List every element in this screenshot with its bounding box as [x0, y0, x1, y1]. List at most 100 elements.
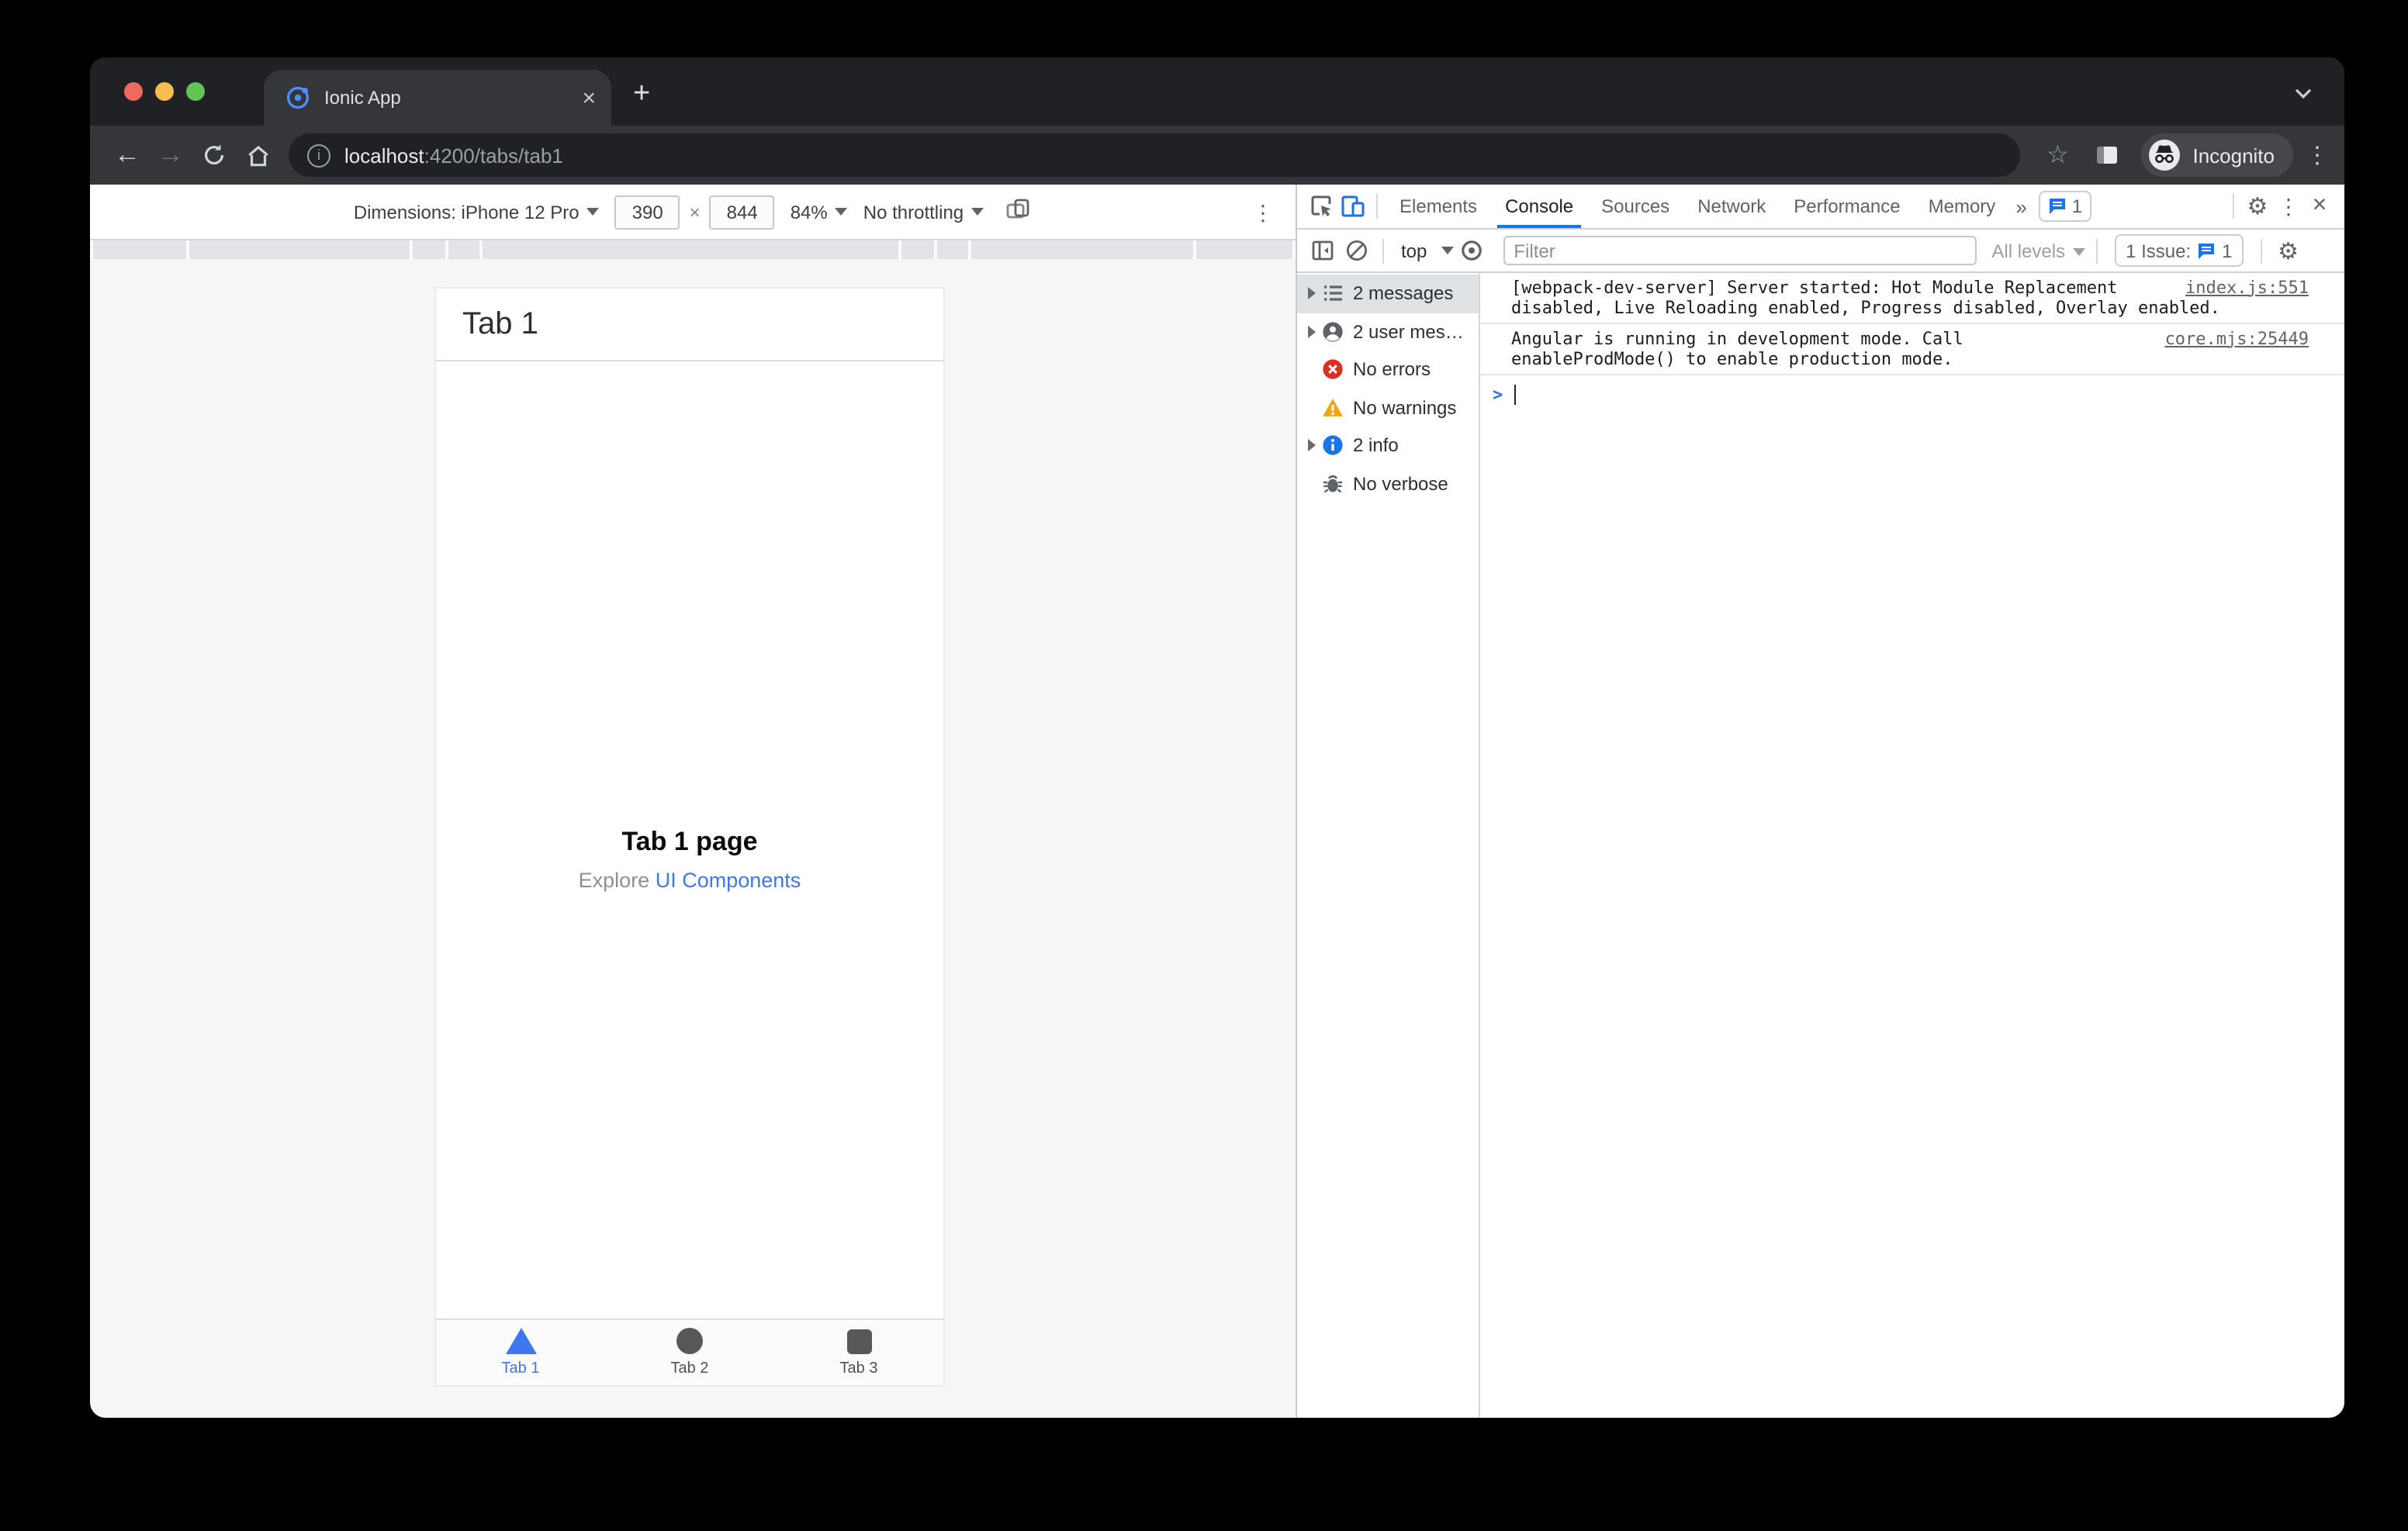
triangle-icon — [505, 1328, 536, 1354]
bug-icon — [1320, 472, 1344, 496]
incognito-badge[interactable]: Incognito — [2141, 133, 2293, 177]
chevron-down-icon — [835, 208, 848, 216]
tab-button-tab1[interactable]: Tab 1 — [436, 1320, 605, 1385]
sidebar-item-info[interactable]: 2 info — [1297, 427, 1479, 465]
device-selector[interactable]: Dimensions: iPhone 12 Pro — [354, 201, 600, 223]
tab-performance[interactable]: Performance — [1780, 185, 1914, 227]
toolbar-right: ☆ Incognito ⋮ — [2036, 133, 2329, 177]
page-subtitle: Explore UI Components — [436, 869, 943, 892]
sidebar-item-user-messages[interactable]: 2 user mes… — [1297, 313, 1479, 351]
minimize-window-button[interactable] — [155, 82, 174, 101]
more-tabs-icon[interactable]: » — [2009, 195, 2033, 218]
console-filter-input[interactable] — [1503, 236, 1977, 265]
tab-button-tab2[interactable]: Tab 2 — [605, 1320, 774, 1385]
expand-caret-icon[interactable] — [1303, 440, 1320, 452]
clear-console-icon[interactable] — [1341, 235, 1372, 266]
browser-window: Ionic App × + ← → i localhost:4200/tabs/… — [90, 57, 2344, 1418]
context-selector[interactable]: top — [1401, 240, 1427, 261]
log-levels-selector[interactable]: All levels — [1991, 240, 2086, 261]
expand-caret-icon[interactable] — [1303, 288, 1320, 300]
tab-memory[interactable]: Memory — [1915, 185, 2010, 227]
issues-flag-badge[interactable]: 1 — [2039, 191, 2092, 222]
console-sidebar-toggle-icon[interactable] — [1306, 235, 1337, 266]
ui-components-link[interactable]: UI Components — [656, 869, 801, 892]
settings-gear-icon[interactable]: ⚙ — [2242, 191, 2273, 222]
console-message[interactable]: core.mjs:25449 Angular is running in deve… — [1480, 324, 2344, 375]
browser-tab[interactable]: Ionic App × — [264, 70, 611, 126]
device-toolbar-toggle-icon[interactable] — [1337, 191, 1368, 222]
message-text: Angular is running in development mode. … — [1511, 328, 1963, 368]
console-message[interactable]: index.js:551 [webpack-dev-server] Server … — [1480, 273, 2344, 324]
tab-elements[interactable]: Elements — [1386, 185, 1491, 227]
new-tab-button[interactable]: + — [633, 79, 650, 109]
console-body: 2 messages 2 user mes… No errors No warn… — [1297, 273, 2344, 1418]
tab-sources[interactable]: Sources — [1587, 185, 1683, 227]
console-prompt[interactable]: > — [1480, 375, 2344, 414]
zoom-value: 84% — [790, 201, 828, 223]
error-icon — [1320, 358, 1344, 382]
sidebar-item-label: No warnings — [1353, 396, 1457, 419]
throttling-selector[interactable]: No throttling — [863, 201, 984, 223]
forward-icon[interactable]: → — [149, 133, 192, 177]
home-icon[interactable] — [236, 133, 279, 177]
bookmark-star-icon[interactable]: ☆ — [2036, 133, 2079, 177]
url-path: :4200/tabs/tab1 — [424, 143, 563, 167]
expand-caret-icon[interactable] — [1303, 326, 1320, 338]
chevron-down-icon — [2073, 247, 2086, 256]
tab-title: Ionic App — [324, 87, 401, 109]
divider — [1376, 194, 1378, 219]
height-input[interactable] — [709, 195, 775, 229]
warning-icon — [1320, 396, 1344, 420]
circle-icon — [676, 1328, 703, 1354]
side-panel-icon[interactable] — [2085, 133, 2129, 177]
sidebar-item-label: 2 info — [1353, 434, 1399, 457]
live-expression-eye-icon[interactable] — [1456, 235, 1487, 266]
info-icon — [1320, 434, 1344, 458]
back-icon[interactable]: ← — [106, 133, 149, 177]
source-link[interactable]: core.mjs:25449 — [2165, 328, 2309, 348]
chevron-down-icon — [1441, 247, 1454, 254]
app-viewport: Tab 1 Tab 1 page Explore UI Components T… — [436, 289, 943, 1385]
tab-network[interactable]: Network — [1683, 185, 1780, 227]
sidebar-item-label: No verbose — [1353, 472, 1448, 495]
close-window-button[interactable] — [124, 82, 143, 101]
tab-search-chevron-icon[interactable] — [2296, 84, 2310, 98]
divider — [2096, 238, 2098, 263]
browser-tabstrip: Ionic App × + — [90, 57, 2344, 126]
devtools-menu-icon[interactable]: ⋮ — [2273, 191, 2304, 222]
issues-label: 1 Issue: — [2126, 240, 2192, 261]
sidebar-item-warnings[interactable]: No warnings — [1297, 389, 1479, 427]
tab-close-icon[interactable]: × — [582, 86, 596, 109]
devtools-topbar: Elements Console Sources Network Perform… — [1297, 185, 2344, 230]
source-link[interactable]: index.js:551 — [2185, 277, 2309, 297]
incognito-label: Incognito — [2192, 143, 2275, 167]
sidebar-item-verbose[interactable]: No verbose — [1297, 465, 1479, 503]
maximize-window-button[interactable] — [186, 82, 205, 101]
console-toolbar: top All levels 1 Issue: 1 ⚙ — [1297, 230, 2344, 273]
prompt-chevron-icon: > — [1493, 385, 1503, 405]
url-bar[interactable]: i localhost:4200/tabs/tab1 — [289, 133, 2021, 177]
sidebar-item-messages[interactable]: 2 messages — [1297, 275, 1479, 313]
browser-menu-icon[interactable]: ⋮ — [2306, 141, 2329, 169]
console-settings-gear-icon[interactable]: ⚙ — [2273, 235, 2304, 266]
issues-counter[interactable]: 1 Issue: 1 — [2115, 234, 2244, 267]
close-devtools-icon[interactable]: × — [2304, 191, 2335, 222]
reload-icon[interactable] — [192, 133, 236, 177]
zoom-selector[interactable]: 84% — [791, 201, 848, 223]
media-query-segment — [971, 240, 1193, 259]
tab-console[interactable]: Console — [1491, 185, 1587, 227]
rotate-device-icon[interactable] — [1005, 196, 1032, 227]
site-info-icon[interactable]: i — [307, 143, 330, 167]
media-query-segment — [93, 240, 186, 259]
device-toolbar-menu-icon[interactable]: ⋮ — [1252, 200, 1274, 226]
text-cursor — [1514, 385, 1516, 405]
url-text[interactable]: localhost:4200/tabs/tab1 — [344, 143, 563, 167]
sidebar-item-errors[interactable]: No errors — [1297, 351, 1479, 389]
app-header: Tab 1 — [436, 289, 943, 361]
inspect-element-icon[interactable] — [1306, 191, 1337, 222]
devtools-topbar-right: ⚙ ⋮ × — [2225, 191, 2335, 222]
media-query-bar — [90, 240, 1296, 259]
width-input[interactable] — [614, 195, 680, 229]
ionic-favicon-icon — [286, 86, 310, 109]
tab-button-tab3[interactable]: Tab 3 — [774, 1320, 943, 1385]
